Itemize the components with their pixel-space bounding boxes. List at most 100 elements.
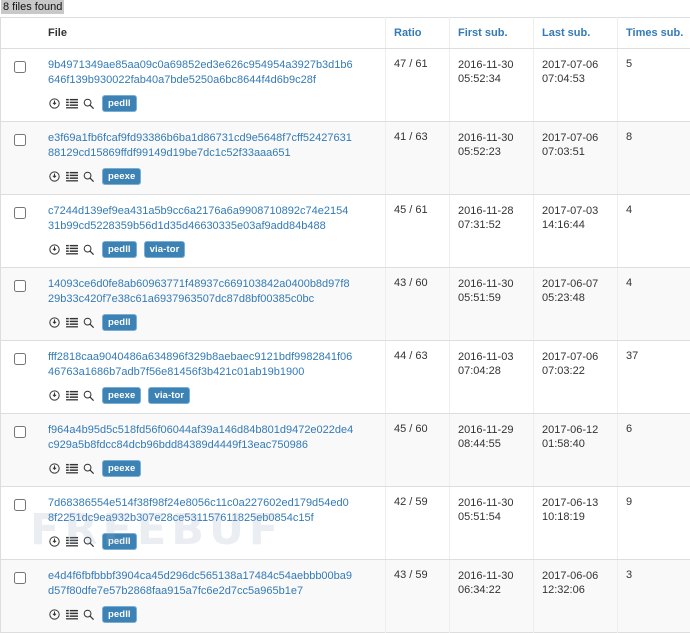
table-body: 9b4971349ae85aa09c0a69852ed3e626c954954a… (1, 49, 690, 633)
first-submission-cell: 2016-11-0307:04:28 (450, 341, 534, 414)
first-submission-date: 2016-11-30 (458, 58, 526, 72)
magnifier-icon[interactable] (82, 462, 95, 475)
column-header-ratio[interactable]: Ratio (386, 18, 450, 49)
first-submission-time: 07:31:52 (458, 218, 526, 232)
file-hash-link[interactable]: f964a4b95d5c518fd56f06044af39a146d84b801… (46, 423, 354, 453)
download-clock-icon[interactable] (48, 316, 61, 329)
last-submission-date: 2017-06-12 (542, 423, 610, 437)
column-header-last-sub[interactable]: Last sub. (534, 18, 618, 49)
list-lines-icon[interactable] (65, 316, 78, 329)
file-cell: fff2818caa9040486a634896f329b8aebaec9121… (38, 341, 386, 414)
file-hash-link[interactable]: c7244d139ef9ea431a5b9cc6a2176a6a99087108… (46, 204, 354, 234)
file-actions: peexe via-tor (46, 387, 378, 404)
times-submitted-cell: 6 (618, 414, 690, 487)
magnifier-icon[interactable] (82, 97, 95, 110)
last-submission-date: 2017-06-13 (542, 496, 610, 510)
file-tag[interactable]: pedll (102, 606, 137, 623)
file-cell: c7244d139ef9ea431a5b9cc6a2176a6a99087108… (38, 195, 386, 268)
file-cell: f964a4b95d5c518fd56f06044af39a146d84b801… (38, 414, 386, 487)
list-lines-icon[interactable] (65, 170, 78, 183)
file-hash-link[interactable]: 14093ce6d0fe8ab60963771f48937c669103842a… (46, 277, 354, 307)
magnifier-icon[interactable] (82, 535, 95, 548)
column-header-file[interactable]: File (38, 18, 386, 49)
file-tag[interactable]: pedll (102, 95, 137, 112)
file-actions: pedll (46, 606, 378, 623)
file-tag[interactable]: pedll (102, 314, 137, 331)
first-submission-date: 2016-11-28 (458, 204, 526, 218)
last-submission-date: 2017-07-06 (542, 350, 610, 364)
list-lines-icon[interactable] (65, 389, 78, 402)
magnifier-icon[interactable] (82, 316, 95, 329)
row-select-cell (1, 341, 39, 414)
row-checkbox[interactable] (14, 280, 26, 292)
file-hash-link[interactable]: e4d4f6fbfbbbf3904ca45d296dc565138a17484c… (46, 569, 354, 599)
last-submission-cell: 2017-07-0607:03:22 (534, 341, 618, 414)
row-checkbox[interactable] (14, 499, 26, 511)
magnifier-icon[interactable] (82, 389, 95, 402)
download-clock-icon[interactable] (48, 97, 61, 110)
file-actions: pedll via-tor (46, 241, 378, 258)
table-row: e4d4f6fbfbbbf3904ca45d296dc565138a17484c… (1, 560, 690, 633)
list-lines-icon[interactable] (65, 535, 78, 548)
first-submission-time: 05:52:23 (458, 145, 526, 159)
ratio-cell: 47 / 61 (386, 49, 450, 122)
download-clock-icon[interactable] (48, 608, 61, 621)
table-header-row: File Ratio First sub. Last sub. Times su… (1, 18, 690, 49)
first-submission-time: 06:34:22 (458, 583, 526, 597)
table-row: 14093ce6d0fe8ab60963771f48937c669103842a… (1, 268, 690, 341)
column-header-times-sub[interactable]: Times sub. (618, 18, 690, 49)
row-checkbox[interactable] (14, 572, 26, 584)
table-row: fff2818caa9040486a634896f329b8aebaec9121… (1, 341, 690, 414)
file-tag[interactable]: peexe (102, 387, 141, 404)
last-submission-cell: 2017-06-0705:23:48 (534, 268, 618, 341)
row-checkbox[interactable] (14, 207, 26, 219)
file-hash-link[interactable]: e3f69a1fb6fcaf9fd93386b6ba1d86731cd9e564… (46, 131, 354, 161)
magnifier-icon[interactable] (82, 170, 95, 183)
files-found-label: 8 files found (1, 0, 64, 14)
last-submission-time: 10:18:19 (542, 510, 610, 524)
first-submission-cell: 2016-11-3006:34:22 (450, 560, 534, 633)
file-tag[interactable]: peexe (102, 168, 141, 185)
download-clock-icon[interactable] (48, 535, 61, 548)
file-hash-link[interactable]: fff2818caa9040486a634896f329b8aebaec9121… (46, 350, 354, 380)
list-lines-icon[interactable] (65, 97, 78, 110)
first-submission-cell: 2016-11-3005:52:34 (450, 49, 534, 122)
list-lines-icon[interactable] (65, 243, 78, 256)
file-hash-link[interactable]: 9b4971349ae85aa09c0a69852ed3e626c954954a… (46, 58, 354, 88)
file-cell: 7d68386554e514f38f98f24e8056c11c0a227602… (38, 487, 386, 560)
table-row: c7244d139ef9ea431a5b9cc6a2176a6a99087108… (1, 195, 690, 268)
file-tag[interactable]: via-tor (148, 387, 190, 404)
row-checkbox[interactable] (14, 61, 26, 73)
file-cell: 14093ce6d0fe8ab60963771f48937c669103842a… (38, 268, 386, 341)
last-submission-time: 01:58:40 (542, 437, 610, 451)
magnifier-icon[interactable] (82, 608, 95, 621)
file-tag[interactable]: via-tor (144, 241, 186, 258)
file-hash-link[interactable]: 7d68386554e514f38f98f24e8056c11c0a227602… (46, 496, 354, 526)
first-submission-date: 2016-11-30 (458, 131, 526, 145)
row-checkbox[interactable] (14, 353, 26, 365)
download-clock-icon[interactable] (48, 170, 61, 183)
ratio-cell: 43 / 60 (386, 268, 450, 341)
first-submission-date: 2016-11-03 (458, 350, 526, 364)
download-clock-icon[interactable] (48, 243, 61, 256)
file-tag[interactable]: peexe (102, 460, 141, 477)
table-row: e3f69a1fb6fcaf9fd93386b6ba1d86731cd9e564… (1, 122, 690, 195)
file-tag[interactable]: pedll (102, 533, 137, 550)
download-clock-icon[interactable] (48, 462, 61, 475)
last-submission-date: 2017-07-06 (542, 131, 610, 145)
column-header-first-sub[interactable]: First sub. (450, 18, 534, 49)
download-clock-icon[interactable] (48, 389, 61, 402)
times-submitted-cell: 4 (618, 195, 690, 268)
ratio-cell: 44 / 63 (386, 341, 450, 414)
last-submission-time: 12:32:06 (542, 583, 610, 597)
first-submission-cell: 2016-11-2807:31:52 (450, 195, 534, 268)
last-submission-date: 2017-07-06 (542, 58, 610, 72)
magnifier-icon[interactable] (82, 243, 95, 256)
row-select-cell (1, 122, 39, 195)
row-checkbox[interactable] (14, 426, 26, 438)
list-lines-icon[interactable] (65, 608, 78, 621)
list-lines-icon[interactable] (65, 462, 78, 475)
times-submitted-cell: 3 (618, 560, 690, 633)
file-tag[interactable]: pedll (102, 241, 137, 258)
row-checkbox[interactable] (14, 134, 26, 146)
